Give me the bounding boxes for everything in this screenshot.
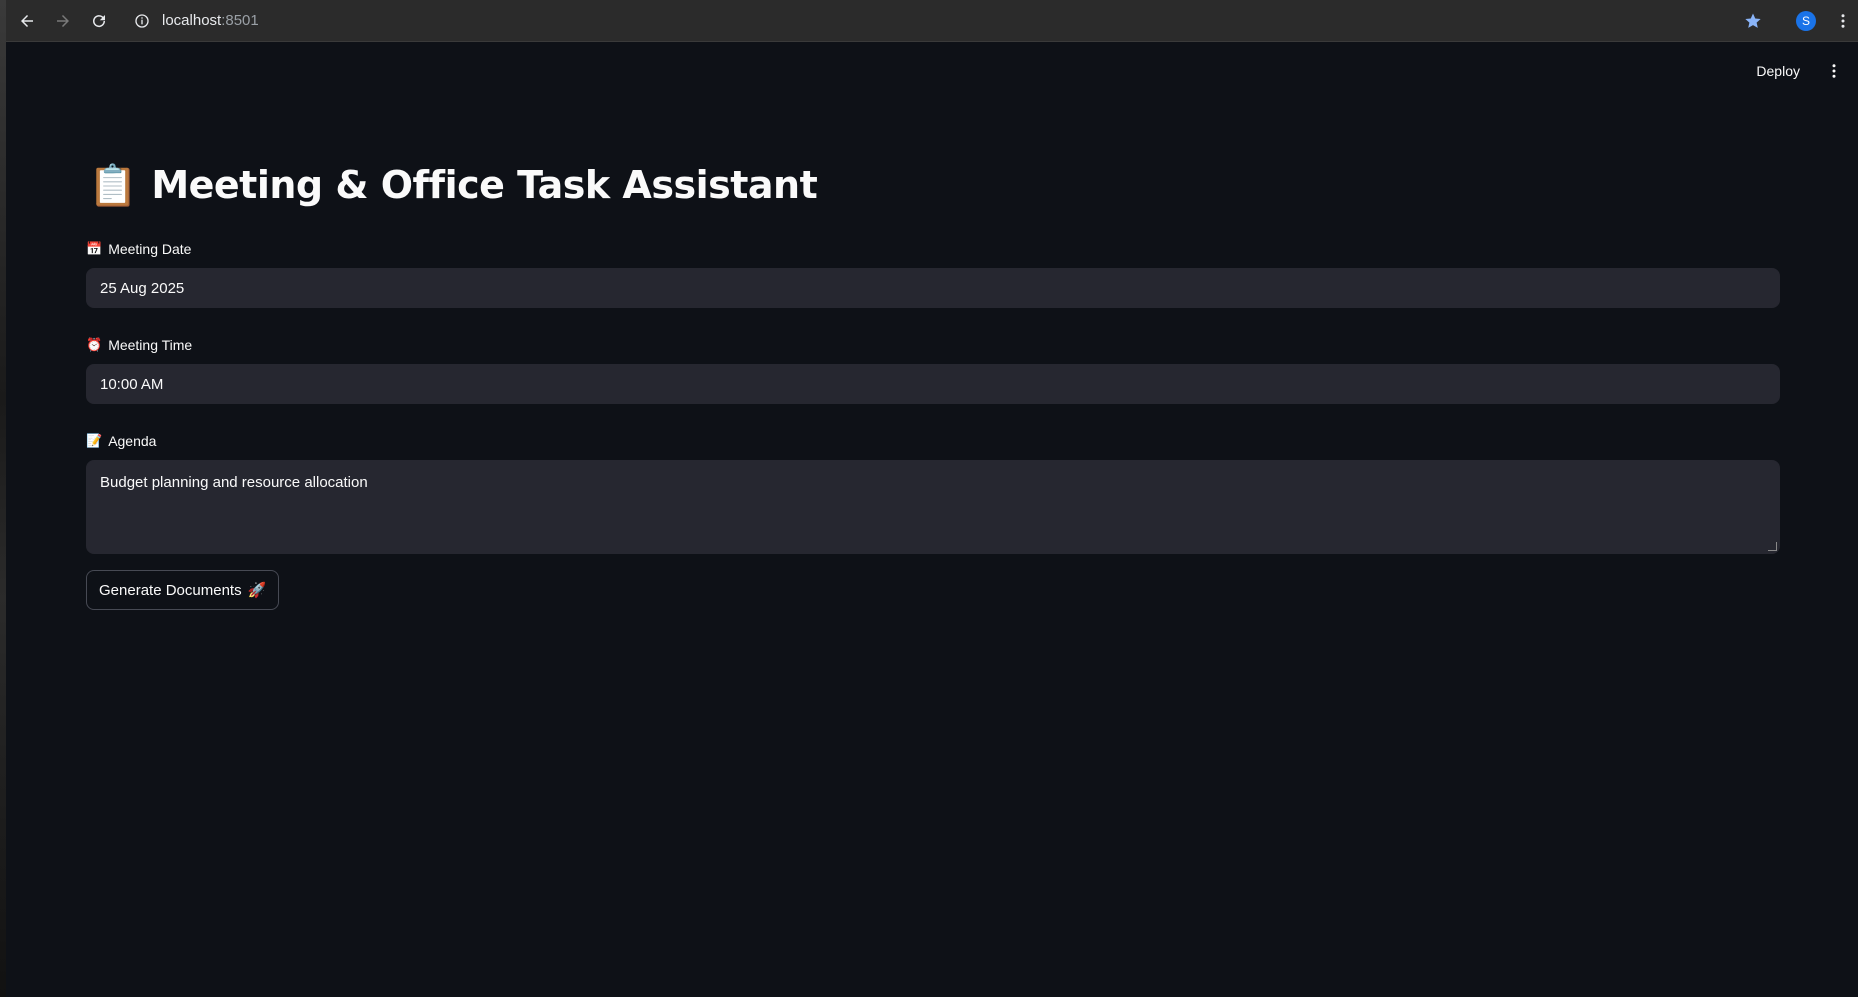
agenda-label-text: Agenda (108, 433, 157, 449)
meeting-date-label-text: Meeting Date (108, 241, 192, 257)
memo-icon: 📝 (86, 433, 103, 448)
browser-menu-icon[interactable] (1834, 12, 1852, 30)
agenda-text: Budget planning and resource allocation (100, 474, 368, 491)
browser-actions: S (1744, 0, 1858, 41)
app-menu-icon[interactable] (1824, 59, 1844, 83)
agenda-group: 📝 Agenda Budget planning and resource al… (86, 430, 1780, 554)
generate-documents-label: Generate Documents (99, 581, 242, 599)
profile-avatar[interactable]: S (1796, 10, 1816, 31)
rocket-icon: 🚀 (247, 582, 267, 599)
forward-button[interactable] (46, 4, 80, 38)
clipboard-icon: 📋 (88, 162, 138, 209)
meeting-time-group: ⏰ Meeting Time 10:00 AM (86, 334, 1780, 404)
bookmark-star-icon[interactable] (1744, 12, 1762, 30)
back-button[interactable] (10, 4, 44, 38)
meeting-date-label: 📅 Meeting Date (86, 238, 1780, 260)
app-header: Deploy (1748, 56, 1858, 86)
page-title: 📋 Meeting & Office Task Assistant (88, 150, 1780, 220)
generate-documents-button[interactable]: Generate Documents 🚀 (86, 570, 280, 610)
window-edge (0, 0, 6, 997)
browser-toolbar: localhost:8501 S (6, 0, 1858, 42)
url-host: localhost (162, 12, 222, 29)
address-bar[interactable]: localhost:8501 (134, 6, 259, 36)
meeting-time-label: ⏰ Meeting Time (86, 334, 1780, 356)
info-icon[interactable] (134, 13, 150, 29)
meeting-date-group: 📅 Meeting Date 25 Aug 2025 (86, 238, 1780, 308)
arrow-left-icon (21, 14, 33, 27)
meeting-time-label-text: Meeting Time (108, 337, 193, 353)
page-title-text: Meeting & Office Task Assistant (151, 163, 818, 207)
main-content: 📋 Meeting & Office Task Assistant 📅 Meet… (86, 150, 1780, 610)
meeting-time-input[interactable]: 10:00 AM (86, 364, 1780, 404)
url-port: :8501 (221, 12, 259, 29)
agenda-label: 📝 Agenda (86, 430, 1780, 452)
reload-icon (93, 14, 106, 27)
resize-handle-icon[interactable] (1768, 542, 1777, 551)
agenda-textarea[interactable]: Budget planning and resource allocation (86, 460, 1780, 554)
alarm-clock-icon: ⏰ (86, 337, 103, 352)
arrow-right-icon (57, 14, 69, 27)
deploy-button[interactable]: Deploy (1748, 59, 1808, 83)
calendar-icon: 📅 (86, 241, 103, 256)
reload-button[interactable] (82, 4, 116, 38)
meeting-date-input[interactable]: 25 Aug 2025 (86, 268, 1780, 308)
